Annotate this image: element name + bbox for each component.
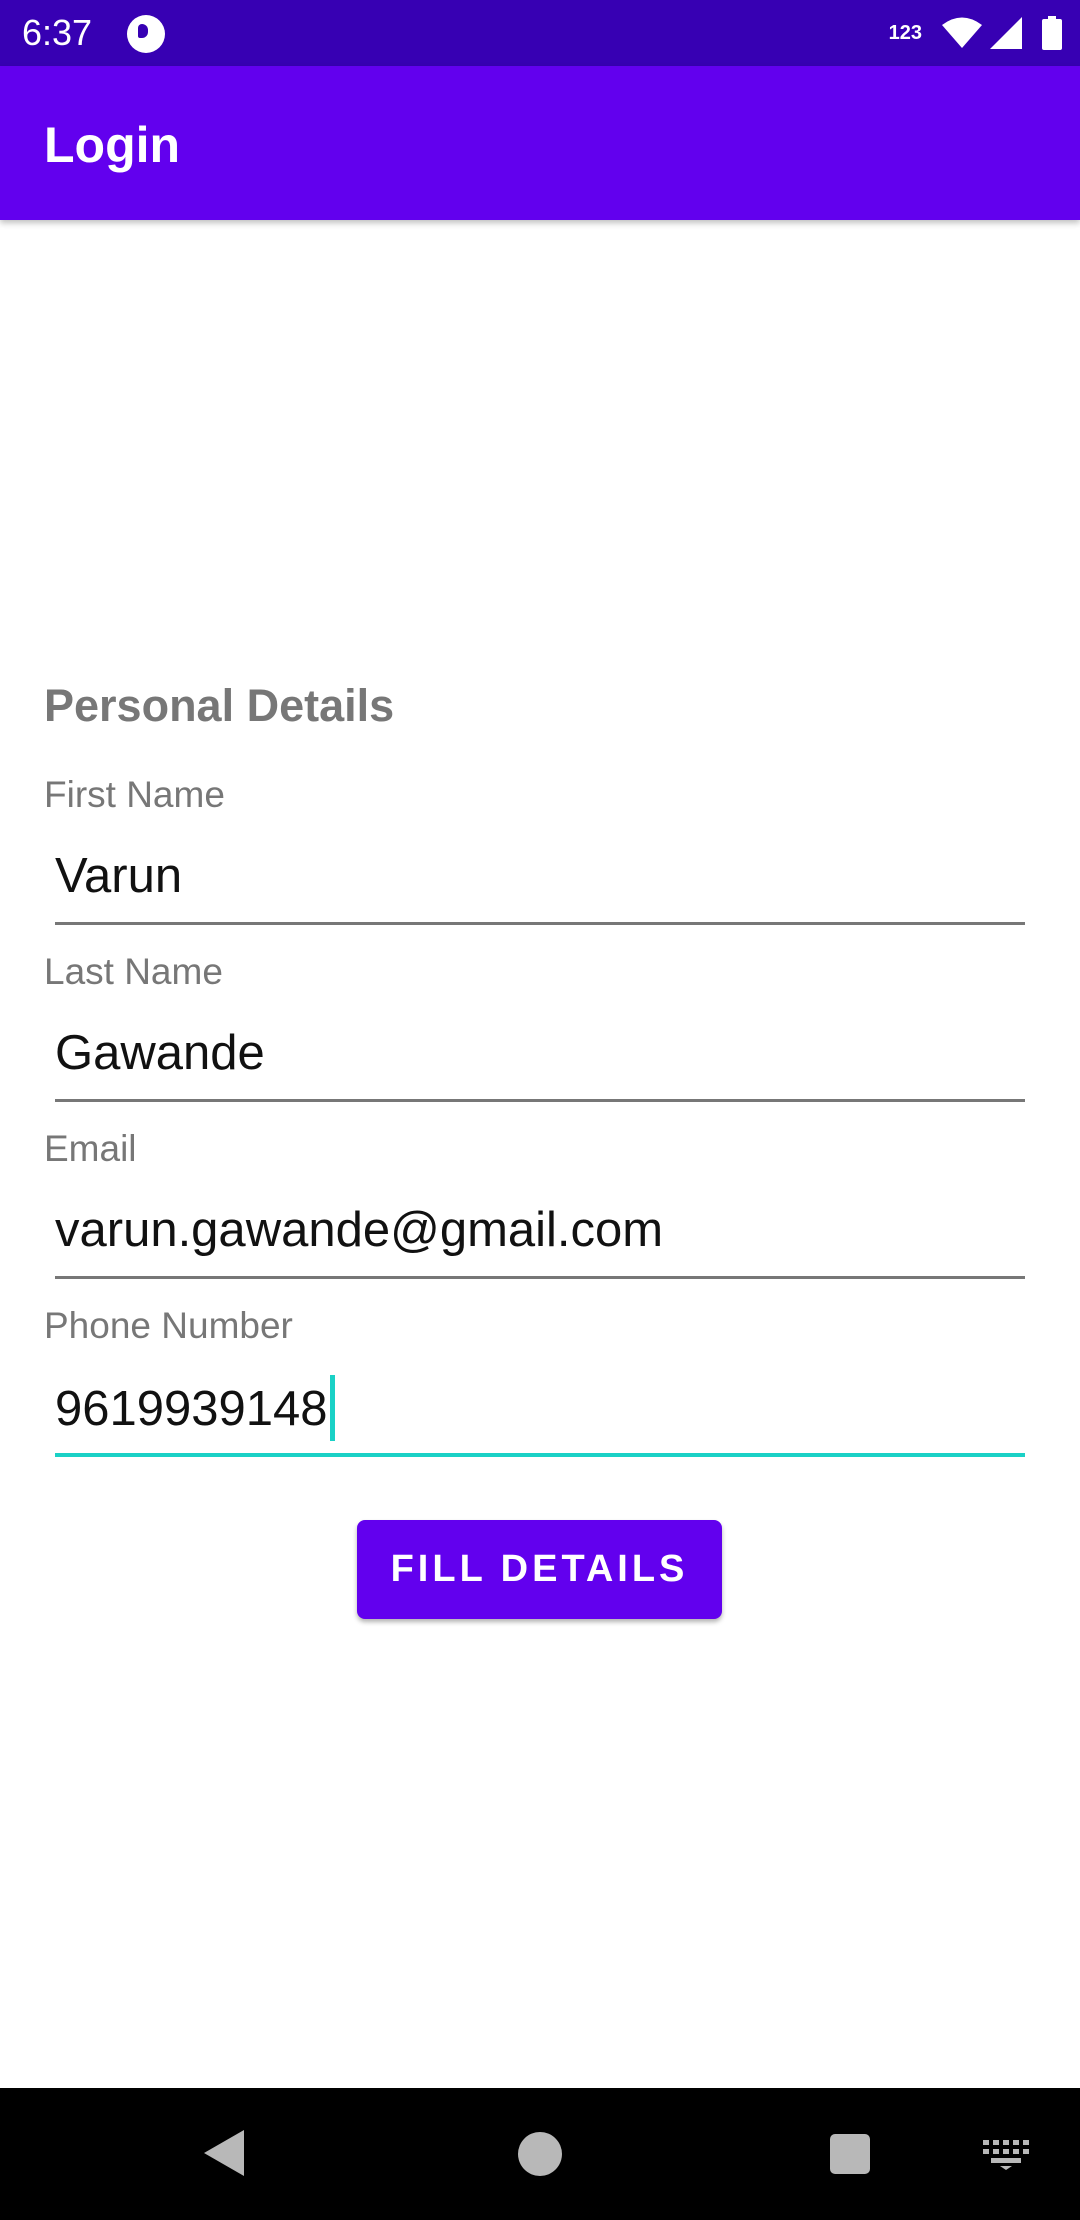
fill-details-button[interactable]: FILL DETAILS [357, 1520, 722, 1619]
navigation-bar [0, 2088, 1080, 2220]
status-time: 6:37 [22, 12, 93, 53]
recents-icon[interactable] [830, 2134, 870, 2174]
home-icon[interactable] [518, 2132, 562, 2176]
first-name-label: First Name [44, 774, 225, 815]
last-name-field[interactable]: Gawande [55, 1025, 1025, 1102]
status-bar: 6:37 123 [0, 0, 1080, 66]
battery-icon [1042, 16, 1062, 50]
email-value: varun.gawande@gmail.com [55, 1203, 664, 1257]
network-type-label: 123 [888, 21, 922, 44]
text-cursor [329, 1375, 335, 1441]
app-notification-icon [127, 15, 165, 53]
signal-icon [990, 17, 1022, 49]
last-name-label: Last Name [44, 951, 223, 992]
last-name-value: Gawande [55, 1026, 265, 1080]
app-bar: Login [0, 66, 1080, 220]
first-name-field[interactable]: Varun [55, 848, 1025, 925]
page-title: Login [44, 117, 181, 173]
phone-number-label: Phone Number [44, 1305, 293, 1346]
email-label: Email [44, 1128, 137, 1169]
back-icon[interactable] [202, 2128, 246, 2183]
first-name-value: Varun [55, 849, 183, 903]
wifi-icon [942, 17, 982, 49]
keyboard-icon[interactable] [983, 2140, 1029, 2175]
status-icons: 123 [889, 12, 1062, 54]
phone-number-field[interactable]: 9619939148 [55, 1375, 1025, 1457]
email-field[interactable]: varun.gawande@gmail.com [55, 1202, 1025, 1279]
section-title: Personal Details [44, 680, 395, 731]
phone-number-value: 9619939148 [55, 1381, 328, 1436]
